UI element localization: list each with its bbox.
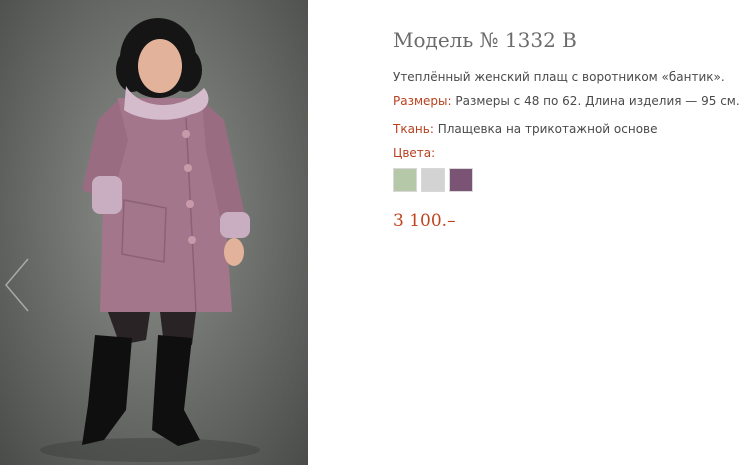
- fabric-value: Плащевка на трикотажной основе: [433, 122, 658, 136]
- product-sizes: Размеры: Размеры с 48 по 62. Длина издел…: [393, 94, 740, 108]
- chevron-left-icon: [5, 258, 29, 312]
- sizes-value: Размеры с 48 по 62. Длина изделия — 95 с…: [451, 94, 740, 108]
- product-photo: [0, 0, 308, 465]
- coat-model-illustration: [40, 18, 260, 462]
- product-fabric: Ткань: Плащевка на трикотажной основе: [393, 122, 658, 136]
- color-swatch-green[interactable]: [393, 168, 417, 192]
- fabric-label: Ткань:: [393, 122, 434, 136]
- product-price: 3 100.–: [393, 211, 456, 231]
- colors-label: Цвета:: [393, 146, 436, 160]
- color-swatch-gray[interactable]: [421, 168, 445, 192]
- product-description: Утеплённый женский плащ с воротником «ба…: [393, 70, 725, 84]
- color-swatch-purple[interactable]: [449, 168, 473, 192]
- product-title: Модель № 1332 В: [393, 28, 577, 52]
- sizes-label: Размеры:: [393, 94, 452, 108]
- colors-heading: Цвета:: [393, 146, 435, 160]
- color-swatches: [393, 168, 473, 192]
- gallery-prev-button[interactable]: [2, 255, 32, 315]
